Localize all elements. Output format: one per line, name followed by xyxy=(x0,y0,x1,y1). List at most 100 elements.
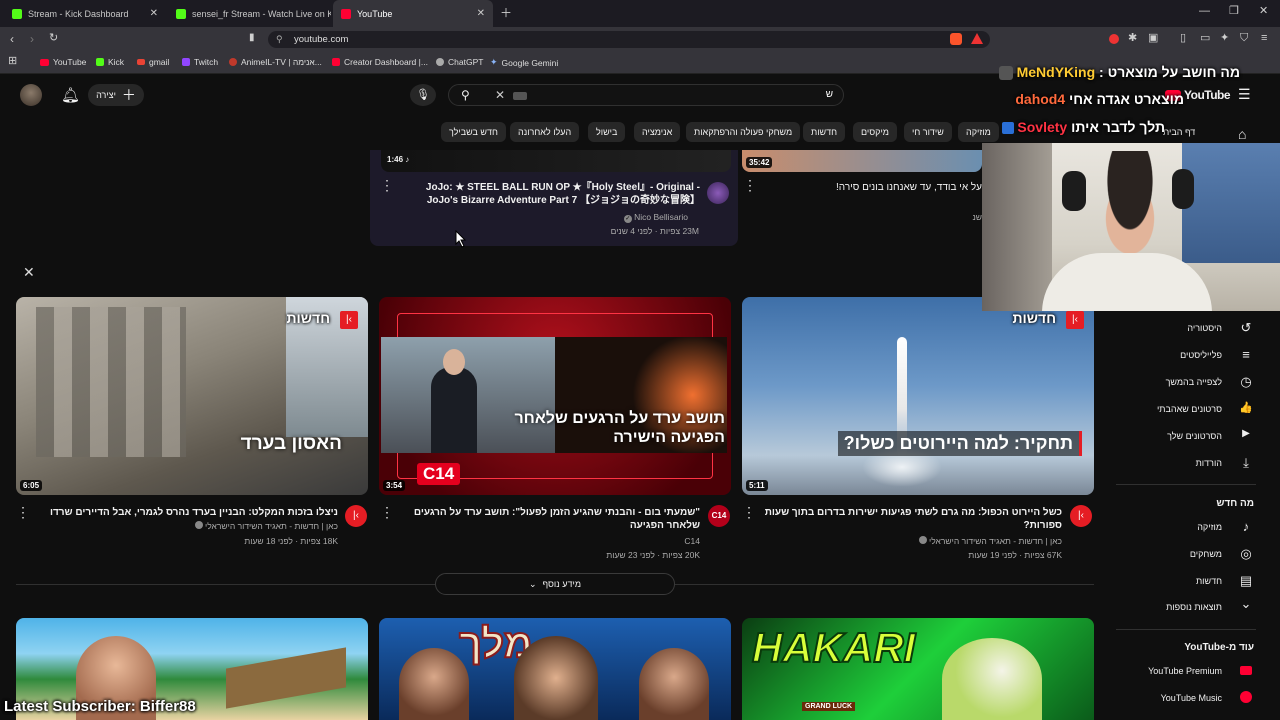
voice-search-button[interactable]: 🎙︎ xyxy=(410,84,436,106)
guide-item-liked[interactable]: סרטונים שאהבתי xyxy=(1157,404,1222,414)
guide-item-yt-music[interactable]: YouTube Music xyxy=(1161,693,1222,703)
bookmark-animeil[interactable]: AnimeIL-TV | אנימה... xyxy=(229,57,322,67)
guide-item-news[interactable]: חדשות xyxy=(1196,576,1222,586)
guide-item-watch-later[interactable]: לצפייה בהמשך xyxy=(1166,377,1222,387)
guide-item-gaming[interactable]: משחקים xyxy=(1190,549,1222,559)
guide-item-downloads[interactable]: הורדות xyxy=(1196,458,1222,468)
create-button[interactable]: יצירה ＋ xyxy=(88,84,144,106)
chip-cooking[interactable]: בישול xyxy=(588,122,626,142)
notifications-icon[interactable]: 🔔︎ xyxy=(61,86,80,104)
tab-kick-dashboard[interactable]: Stream - Kick Dashboard ✕ xyxy=(4,0,166,27)
close-icon[interactable]: ✕ xyxy=(150,8,158,19)
vpn-icon[interactable]: ⛉ xyxy=(1240,33,1248,44)
channel-name[interactable]: Nico Bellisario ✓ xyxy=(500,211,688,223)
video-title[interactable]: על אי בודד, עד שאנחנו בונים סירה! xyxy=(760,181,982,194)
guide-item-your-videos[interactable]: הסרטונים שלך xyxy=(1167,431,1222,441)
video-thumbnail[interactable]: תושב ערד על הרגעים שלאחר הפגיעה הישירה C… xyxy=(379,297,731,495)
chip-recently-uploaded[interactable]: העלו לאחרונה xyxy=(510,122,580,142)
wallet-icon[interactable]: ▣ xyxy=(1148,33,1158,44)
bookmark-gemini[interactable]: ✦ Google Gemini xyxy=(490,57,558,68)
chip-mixes[interactable]: מיקסים xyxy=(853,122,897,142)
more-options-icon[interactable]: ⋮ xyxy=(380,505,394,519)
video-thumbnail[interactable]: 35:42 xyxy=(742,150,982,172)
apps-grid-icon[interactable]: ⊞ xyxy=(8,56,17,67)
guide-divider xyxy=(1116,629,1256,630)
chip-live[interactable]: שידור חי xyxy=(904,122,952,142)
search-input[interactable]: ש xyxy=(826,89,833,100)
bookmark-gmail[interactable]: gmail xyxy=(137,57,169,67)
mouse-cursor xyxy=(455,230,467,248)
channel-avatar[interactable]: C14 xyxy=(708,505,730,527)
brave-shield-icon[interactable] xyxy=(950,33,962,45)
bookmark-creator-dashboard[interactable]: Creator Dashboard |... xyxy=(332,57,428,67)
bookmark-kick[interactable]: Kick xyxy=(96,57,124,67)
hamburger-menu-icon[interactable]: ☰ xyxy=(1238,86,1251,103)
video-title[interactable]: JoJo: ★ STEEL BALL RUN OP ★『Holy Steel』-… xyxy=(392,181,700,207)
bookmark-chatgpt[interactable]: ChatGPT xyxy=(436,57,483,67)
video-title[interactable]: ניצלו בזכות המקלט: הבניין בערד נהרס לגמר… xyxy=(40,506,338,519)
channel-name[interactable]: כאן | חדשות - תאגיד השידור הישראלי xyxy=(100,520,338,532)
close-icon[interactable]: ✕ xyxy=(477,8,485,19)
guide-item-music[interactable]: מוזיקה xyxy=(1197,522,1222,532)
reload-icon[interactable]: ↻ xyxy=(49,33,58,44)
verified-icon: ✓ xyxy=(623,215,632,223)
tab-youtube[interactable]: YouTube ✕ xyxy=(333,0,493,27)
chip-action-games[interactable]: משחקי פעולה והרפתקאות xyxy=(686,122,801,142)
show-more-button[interactable]: ⌄ מידע נוסף xyxy=(435,573,675,595)
chip-animation[interactable]: אנימציה xyxy=(634,122,681,142)
youtube-logo-text: YouTube xyxy=(1184,88,1231,102)
chip-home[interactable]: דף הבית xyxy=(1163,122,1195,142)
bookmark-icon[interactable]: ▮ xyxy=(249,33,255,43)
keyboard-icon[interactable] xyxy=(513,92,527,100)
watch-later-icon: ◷ xyxy=(1240,374,1252,389)
video-title[interactable]: "שמעתי בום - והבנתי שהגיע הזמן לפעול": ת… xyxy=(398,506,700,532)
dismiss-shelf-icon[interactable]: ✕ xyxy=(23,264,35,281)
tab-kick-stream[interactable]: sensei_fr Stream - Watch Live on Kick ✕ xyxy=(168,0,331,27)
chip-new-for-you[interactable]: חדש בשבילך xyxy=(441,122,506,142)
chip-news[interactable]: חדשות xyxy=(803,122,846,142)
search-icon[interactable]: ⚲ xyxy=(461,88,470,102)
sidebar-toggle-icon[interactable]: ▯ xyxy=(1180,33,1186,44)
leo-ai-icon[interactable]: ✦ xyxy=(1220,33,1229,44)
more-options-icon[interactable]: ⋮ xyxy=(380,178,394,192)
tab-search-icon[interactable]: ▭ xyxy=(1200,33,1210,44)
forward-icon[interactable]: › xyxy=(30,33,34,45)
new-tab-icon[interactable]: ＋ xyxy=(500,7,512,19)
video-thumbnail[interactable]: מלך xyxy=(379,618,731,720)
menu-icon[interactable]: ≡ xyxy=(1261,33,1267,44)
more-options-icon[interactable]: ⋮ xyxy=(16,505,30,519)
more-options-icon[interactable]: ⋮ xyxy=(742,505,756,519)
chat-message-text: מוצארט אגדה אחי xyxy=(1069,91,1184,107)
home-icon[interactable]: ⌂ xyxy=(1238,126,1246,142)
channel-name[interactable]: C14 xyxy=(600,535,700,547)
clear-search-icon[interactable]: ✕ xyxy=(495,88,505,102)
browser-toolbar: ‹ › ↻ ▮ ⚲ youtube.com ✱ ▣ ▯ ▭ ✦ ⛉ ≡ xyxy=(0,27,1280,52)
avatar[interactable] xyxy=(20,84,42,106)
minimize-icon[interactable]: — xyxy=(1199,6,1210,17)
guide-item-yt-premium[interactable]: YouTube Premium xyxy=(1148,666,1222,676)
search-box[interactable]: ⚲ ✕ ש xyxy=(448,84,844,106)
restore-icon[interactable]: ❐ xyxy=(1229,6,1239,17)
more-options-icon[interactable]: ⋮ xyxy=(743,178,757,192)
video-thumbnail[interactable]: 1:46 ♪ xyxy=(381,150,731,172)
video-title[interactable]: כשל היירוט הכפול: מה גרם לשתי פגיעות ישי… xyxy=(760,506,1062,532)
address-field[interactable]: ⚲ youtube.com xyxy=(268,31,990,48)
video-thumbnail[interactable]: חדשות |‹ האסון בערד 6:05 xyxy=(16,297,368,495)
back-icon[interactable]: ‹ xyxy=(10,33,14,45)
rewards-icon[interactable] xyxy=(971,33,983,44)
chip-music[interactable]: מוזיקה xyxy=(958,122,999,142)
extensions-icon[interactable]: ✱ xyxy=(1128,33,1137,44)
bookmark-youtube[interactable]: YouTube xyxy=(40,57,86,67)
window-close-icon[interactable]: ✕ xyxy=(1259,6,1268,17)
guide-item-show-more[interactable]: תוצאות נוספות xyxy=(1166,602,1222,612)
channel-name[interactable]: כאן | חדשות - תאגיד השידור הישראלי xyxy=(820,535,1062,547)
guide-item-playlists[interactable]: פלייליסטים xyxy=(1180,350,1222,360)
video-thumbnail[interactable]: HAKARI GRAND LUCK xyxy=(742,618,1094,720)
channel-avatar[interactable]: |‹ xyxy=(1070,505,1092,527)
extension-record-icon[interactable] xyxy=(1109,34,1119,44)
bookmark-twitch[interactable]: Twitch xyxy=(182,57,218,67)
channel-avatar[interactable] xyxy=(707,182,729,204)
video-thumbnail[interactable]: חדשות |‹ תחקיר: למה היירוטים כשלו? 5:11 xyxy=(742,297,1094,495)
guide-item-history[interactable]: היסטוריה xyxy=(1187,323,1222,333)
channel-avatar[interactable]: |‹ xyxy=(345,505,367,527)
